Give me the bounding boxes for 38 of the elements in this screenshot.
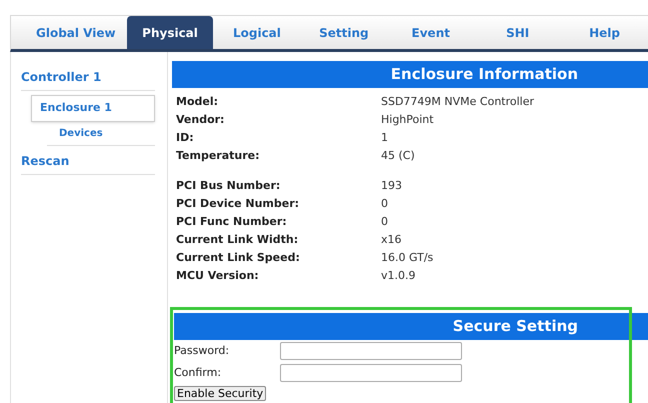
field-label: Current Link Width: bbox=[176, 232, 300, 248]
field-label: MCU Version: bbox=[176, 268, 260, 284]
tab[interactable]: Global View bbox=[25, 16, 127, 49]
field-value: 1 bbox=[381, 130, 388, 146]
password-field[interactable] bbox=[280, 342, 462, 360]
field-label: Temperature: bbox=[176, 148, 261, 164]
field-value: SSD7749M NVMe Controller bbox=[381, 94, 534, 110]
tab[interactable]: Setting bbox=[300, 16, 388, 49]
tree-item[interactable]: Controller 1 bbox=[21, 68, 155, 91]
tab[interactable]: Event bbox=[387, 16, 474, 49]
tab[interactable]: Logical bbox=[213, 16, 300, 49]
password-field[interactable] bbox=[280, 364, 462, 382]
field-label: PCI Device Number: bbox=[176, 196, 300, 212]
enable-security-button[interactable]: Enable Security bbox=[174, 386, 266, 401]
field-value: 16.0 GT/s bbox=[381, 250, 434, 266]
field-value: HighPoint bbox=[381, 112, 434, 128]
field-label: ID: bbox=[176, 130, 195, 146]
field-label: PCI Bus Number: bbox=[176, 178, 282, 194]
field-label: Password: bbox=[174, 342, 230, 359]
field-label: Confirm: bbox=[174, 364, 222, 381]
section-header: Enclosure Information bbox=[172, 61, 648, 88]
field-value: 0 bbox=[381, 196, 388, 212]
tree-item[interactable]: Devices bbox=[47, 126, 155, 146]
field-value: 193 bbox=[381, 178, 402, 194]
tree-item[interactable]: Rescan bbox=[21, 152, 155, 174]
field-label: Current Link Speed: bbox=[176, 250, 301, 266]
section-header: Secure Setting bbox=[174, 313, 648, 340]
field-value: 45 (C) bbox=[381, 148, 415, 164]
field-label: Vendor: bbox=[176, 112, 226, 128]
field-value: v1.0.9 bbox=[381, 268, 416, 284]
field-label: PCI Func Number: bbox=[176, 214, 288, 230]
tab[interactable]: Help bbox=[561, 16, 648, 49]
field-label: Model: bbox=[176, 94, 220, 110]
field-value: 0 bbox=[381, 214, 388, 230]
tab[interactable]: Physical bbox=[126, 16, 214, 49]
tab[interactable]: SHI bbox=[474, 16, 562, 49]
field-value: x16 bbox=[381, 232, 402, 248]
tree-item[interactable]: Enclosure 1 bbox=[31, 95, 155, 122]
